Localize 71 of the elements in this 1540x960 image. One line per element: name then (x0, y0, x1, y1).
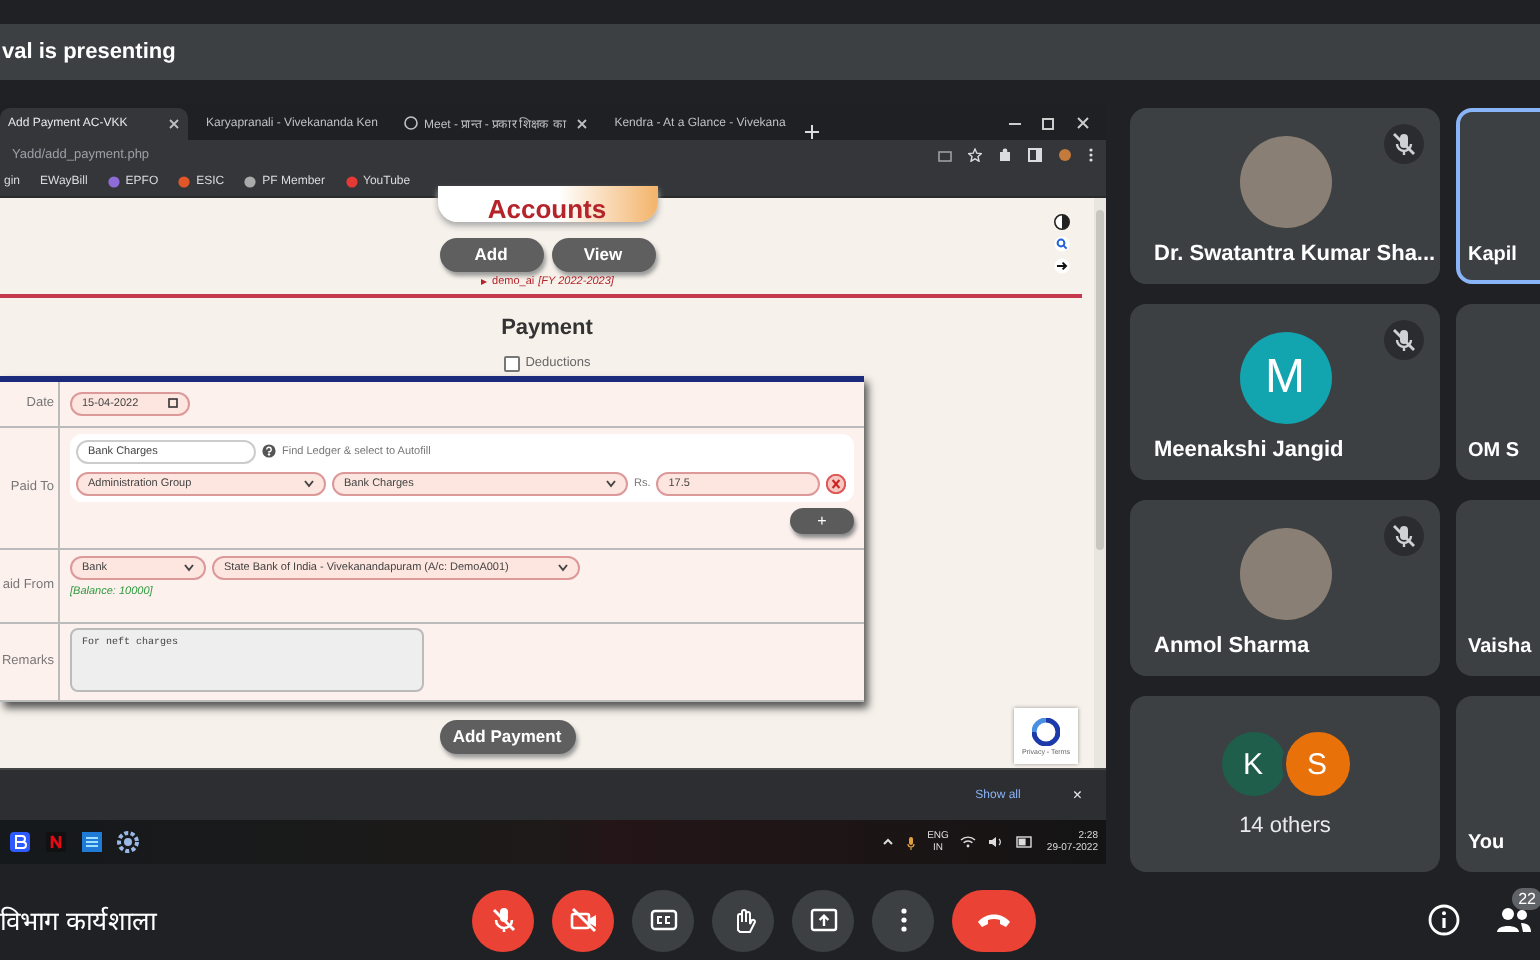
speaker-icon[interactable] (988, 836, 1005, 849)
avatar-circle: K (1217, 728, 1289, 800)
calendar-icon (168, 398, 178, 409)
camera-button[interactable] (552, 889, 614, 951)
nav-button[interactable]: Add (439, 237, 543, 272)
scrollbar[interactable] (1094, 197, 1106, 769)
submit-button[interactable]: Add Payment (439, 719, 575, 754)
participant-name: Vaisha (1468, 636, 1532, 658)
nav-button[interactable]: View (551, 237, 655, 272)
add-row-button[interactable]: + (790, 507, 854, 534)
sidebar-icon[interactable] (1028, 147, 1042, 162)
remove-icon[interactable] (826, 473, 847, 494)
microphone-button[interactable] (472, 889, 534, 951)
participant-name: OM S (1468, 440, 1520, 462)
zoom-icon[interactable] (1054, 235, 1070, 252)
profile-icon[interactable] (1058, 147, 1072, 162)
participant-name: Dr. Swatantra Kumar Sha... (1154, 242, 1436, 266)
page-icon (404, 116, 418, 131)
caret-icon (606, 479, 616, 488)
gear-icon[interactable] (116, 830, 140, 855)
caret-icon (558, 563, 568, 572)
caret-icon (184, 563, 194, 572)
present-button[interactable] (792, 889, 854, 951)
checkbox[interactable] (503, 355, 520, 372)
help-icon (262, 444, 276, 459)
wifi-icon[interactable] (960, 836, 977, 849)
mic-off-icon (489, 906, 517, 934)
battery-icon[interactable] (1016, 836, 1035, 849)
restore-icon[interactable] (1042, 116, 1056, 131)
caret-icon (304, 479, 314, 488)
recaptcha-icon (1032, 717, 1060, 746)
phone-icon (976, 910, 1012, 930)
caret-icon (480, 277, 489, 286)
logo: Accounts (437, 185, 657, 222)
bookmark-icon (107, 176, 120, 189)
participant-name: Kapil (1468, 244, 1517, 266)
plus-icon[interactable] (804, 123, 820, 140)
present-icon (809, 906, 837, 934)
end-call-button[interactable] (952, 889, 1036, 951)
bookmark-icon (345, 176, 357, 189)
avatar-circle: S (1281, 728, 1353, 800)
camera-off-icon (569, 906, 597, 934)
arrow-icon[interactable] (1054, 257, 1070, 274)
menu-icon[interactable] (1088, 147, 1094, 162)
meeting-title: विभाग कार्यशाला (0, 904, 159, 938)
close-icon[interactable] (576, 117, 588, 130)
bookmark-icon (244, 176, 257, 189)
chevron-up-icon[interactable] (881, 836, 894, 849)
captions-icon (649, 906, 677, 934)
star-icon[interactable] (968, 147, 982, 162)
app-icon[interactable] (8, 830, 32, 855)
page-heading: Payment (501, 315, 593, 340)
close-icon[interactable] (168, 117, 180, 130)
hand-button[interactable] (712, 889, 774, 951)
bookmark-icon (178, 176, 191, 189)
mic-icon[interactable] (905, 835, 916, 850)
participant-name: Anmol Sharma (1154, 634, 1310, 658)
presenting-banner-text: val is presenting (2, 40, 176, 64)
avatar-circle: M (1239, 332, 1331, 424)
contrast-icon[interactable] (1054, 213, 1070, 230)
close-button[interactable]: × (1060, 784, 1094, 807)
participant-name: You (1468, 832, 1505, 854)
close-icon[interactable] (1076, 116, 1090, 131)
others-count: 14 others (1237, 814, 1333, 838)
participant-name: Meenakshi Jangid (1154, 438, 1344, 462)
people-icon[interactable] (1496, 906, 1532, 934)
captions-button[interactable] (632, 889, 694, 951)
app-icon[interactable] (80, 830, 104, 855)
participant-count: 22 (1512, 888, 1540, 910)
info-icon[interactable] (1428, 904, 1460, 936)
more-button[interactable] (872, 889, 934, 951)
